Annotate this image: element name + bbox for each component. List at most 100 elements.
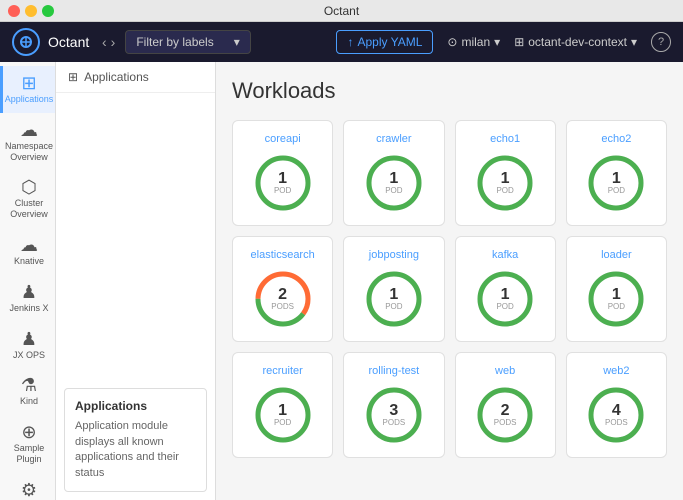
workload-ring: 1 POD <box>253 385 313 445</box>
maximize-button[interactable] <box>42 5 54 17</box>
workload-count: 1 <box>385 171 402 187</box>
sidebar-label-applications: Applications <box>5 94 54 105</box>
workload-card-jobposting[interactable]: jobposting 1 POD <box>343 236 444 342</box>
workload-ring: 1 POD <box>475 153 535 213</box>
apply-yaml-label: Apply YAML <box>357 35 422 49</box>
sidebar-item-jx-ops[interactable]: ♟ JX OPS <box>0 322 55 369</box>
window-title: Octant <box>324 4 359 18</box>
sidebar-label-knative: Knative <box>14 256 44 267</box>
workload-card-web[interactable]: web 2 PODS <box>455 352 556 458</box>
workload-count: 1 <box>496 171 513 187</box>
context-menu[interactable]: ⊞ octant-dev-context ▾ <box>514 35 637 49</box>
kind-icon: ⚗ <box>21 376 37 394</box>
workload-unit: POD <box>496 187 513 195</box>
workload-unit: POD <box>496 303 513 311</box>
workload-ring: 1 POD <box>586 153 646 213</box>
main-content: Workloads coreapi 1 POD crawler <box>216 62 683 500</box>
context-label: octant-dev-context <box>528 35 627 49</box>
workload-name: echo1 <box>490 133 520 145</box>
title-bar: Octant <box>0 0 683 22</box>
logo-area: Octant <box>12 28 92 56</box>
close-button[interactable] <box>8 5 20 17</box>
workload-ring: 1 POD <box>364 269 424 329</box>
page-title: Workloads <box>232 78 667 104</box>
workload-card-coreapi[interactable]: coreapi 1 POD <box>232 120 333 226</box>
sidebar-item-knative[interactable]: ☁ Knative <box>0 228 55 275</box>
workload-name: echo2 <box>601 133 631 145</box>
workload-unit: POD <box>385 187 402 195</box>
workload-card-elasticsearch[interactable]: elasticsearch 2 PODS <box>232 236 333 342</box>
applications-icon: ⊞ <box>21 74 36 92</box>
filter-chevron: ▾ <box>234 35 240 49</box>
left-panel-content <box>56 93 215 380</box>
knative-icon: ☁ <box>20 236 38 254</box>
help-icon: ? <box>658 36 664 48</box>
left-panel-tooltip: Applications Application module displays… <box>64 388 207 492</box>
sidebar-item-applications[interactable]: ⊞ Applications <box>0 66 55 113</box>
workload-unit: POD <box>608 303 625 311</box>
workload-card-kafka[interactable]: kafka 1 POD <box>455 236 556 342</box>
workload-name: rolling-test <box>369 365 420 377</box>
workload-card-echo2[interactable]: echo2 1 POD <box>566 120 667 226</box>
tooltip-title: Applications <box>75 399 196 413</box>
workload-card-crawler[interactable]: crawler 1 POD <box>343 120 444 226</box>
workload-card-echo1[interactable]: echo1 1 POD <box>455 120 556 226</box>
workload-card-rolling-test[interactable]: rolling-test 3 PODS <box>343 352 444 458</box>
workload-card-loader[interactable]: loader 1 POD <box>566 236 667 342</box>
workload-name: crawler <box>376 133 411 145</box>
workload-count: 1 <box>608 287 625 303</box>
jx-ops-icon: ♟ <box>21 330 37 348</box>
workload-unit: PODS <box>494 419 517 427</box>
panel-grid-icon: ⊞ <box>68 70 78 84</box>
sidebar-item-namespace[interactable]: ☁ Namespace Overview <box>0 113 55 171</box>
sidebar-label-kind: Kind <box>20 396 38 407</box>
left-panel: ⊞ Applications Applications Application … <box>56 62 216 500</box>
workload-unit: PODS <box>383 419 406 427</box>
upload-icon: ↑ <box>347 35 353 49</box>
apply-yaml-button[interactable]: ↑ Apply YAML <box>336 30 433 54</box>
workload-name: coreapi <box>265 133 301 145</box>
context-chevron: ▾ <box>631 35 637 49</box>
logo-icon <box>12 28 40 56</box>
context-icon: ⊞ <box>514 35 524 49</box>
help-button[interactable]: ? <box>651 32 671 52</box>
plugins-icon: ⚙ <box>21 481 37 499</box>
minimize-button[interactable] <box>25 5 37 17</box>
workload-name: elasticsearch <box>251 249 315 261</box>
sidebar: ⊞ Applications ☁ Namespace Overview ⬡ Cl… <box>0 62 56 500</box>
logo-text: Octant <box>48 34 89 50</box>
cluster-icon: ⬡ <box>21 178 37 196</box>
top-nav: Octant ‹ › Filter by labels ▾ ↑ Apply YA… <box>0 22 683 62</box>
sidebar-item-kind[interactable]: ⚗ Kind <box>0 368 55 415</box>
sidebar-label-cluster: Cluster Overview <box>7 198 51 220</box>
workload-ring: 2 PODS <box>475 385 535 445</box>
user-chevron: ▾ <box>494 35 500 49</box>
nav-actions: ↑ Apply YAML ⊙ milan ▾ ⊞ octant-dev-cont… <box>336 30 671 54</box>
sample-plugin-icon: ⊕ <box>21 423 36 441</box>
workload-count: 1 <box>608 171 625 187</box>
sidebar-item-cluster[interactable]: ⬡ Cluster Overview <box>0 170 55 228</box>
workload-ring: 1 POD <box>253 153 313 213</box>
sidebar-item-sample-plugin[interactable]: ⊕ Sample Plugin <box>0 415 55 473</box>
sidebar-item-jenkins-x[interactable]: ♟ Jenkins X <box>0 275 55 322</box>
workload-name: loader <box>601 249 632 261</box>
nav-arrows: ‹ › <box>102 34 115 50</box>
workload-card-web2[interactable]: web2 4 PODS <box>566 352 667 458</box>
filter-dropdown[interactable]: Filter by labels ▾ <box>125 30 250 54</box>
workload-unit: POD <box>608 187 625 195</box>
sidebar-item-plugins[interactable]: ⚙ Plugins <box>0 473 55 500</box>
workload-name: web <box>495 365 515 377</box>
sidebar-label-jenkins-x: Jenkins X <box>9 303 48 314</box>
content-area: ⊞ Applications Applications Application … <box>56 62 683 500</box>
workload-count: 1 <box>274 403 291 419</box>
nav-back[interactable]: ‹ <box>102 34 107 50</box>
sidebar-label-namespace: Namespace Overview <box>5 141 53 163</box>
user-menu[interactable]: ⊙ milan ▾ <box>447 35 500 49</box>
nav-forward[interactable]: › <box>111 34 116 50</box>
workload-unit: POD <box>274 187 291 195</box>
panel-title: Applications <box>84 70 149 84</box>
workload-count: 1 <box>274 171 291 187</box>
sidebar-label-jx-ops: JX OPS <box>13 350 45 361</box>
workload-count: 3 <box>383 403 406 419</box>
workload-card-recruiter[interactable]: recruiter 1 POD <box>232 352 333 458</box>
